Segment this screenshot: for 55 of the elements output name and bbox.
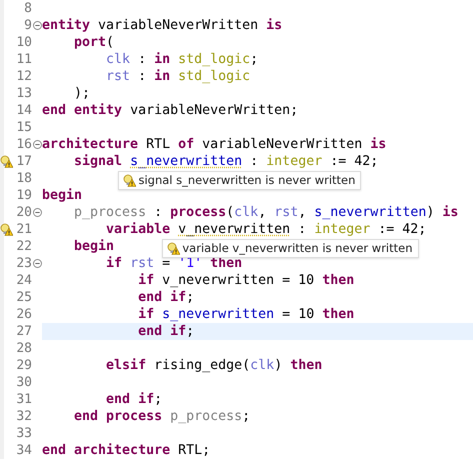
line-number: 11 (15, 51, 32, 68)
line-number: 25 (15, 289, 32, 306)
line-number: 10 (15, 34, 32, 51)
line-number: 29 (15, 357, 32, 374)
line-number: 20 (15, 204, 32, 221)
code-line: end if; (105, 392, 162, 407)
code-line: end if; (137, 324, 194, 339)
line-number: 34 (15, 442, 32, 459)
tooltip-text: variable v_neverwritten is never written (182, 241, 412, 256)
code-line: elsif rising_edge(clk) then (105, 358, 322, 373)
line-number: 23 (15, 255, 32, 272)
line-number: 32 (15, 408, 32, 425)
code-line: port( (73, 35, 114, 50)
line-number: 17 (15, 153, 32, 170)
code-line: if s_neverwritten = 10 then (137, 307, 354, 322)
code-line: begin (42, 188, 82, 203)
line-number: 18 (15, 170, 32, 187)
code-line: begin (73, 239, 114, 254)
line-number: 16 (15, 136, 32, 153)
collapse-icon[interactable] (32, 140, 42, 149)
code-line: architecture RTL of variableNeverWritten is (42, 137, 386, 152)
line-number: 21 (15, 221, 32, 238)
line-number: 13 (15, 85, 32, 102)
line-number: 9 (23, 17, 32, 34)
code-line: end architecture RTL; (42, 443, 210, 458)
collapse-icon[interactable] (32, 21, 42, 30)
line-number: 31 (15, 391, 32, 408)
warning-lightbulb-icon (167, 242, 180, 255)
code-line: signal s_neverwritten : integer := 42; (73, 154, 378, 169)
warning-lightbulb-icon (123, 174, 136, 187)
line-number: 22 (15, 238, 32, 255)
code-line: clk : in std_logic; (105, 52, 258, 67)
line-number: 15 (15, 119, 32, 136)
line-number: 8 (23, 0, 32, 17)
line-number: 24 (15, 272, 32, 289)
code-line: entity variableNeverWritten is (42, 18, 282, 33)
collapse-icon[interactable] (32, 259, 42, 268)
code-line: p_process : process(clk, rst, s_neverwritten) is (73, 205, 458, 220)
line-number: 14 (15, 102, 32, 119)
code-line: end if; (137, 290, 194, 305)
line-number: 30 (15, 374, 32, 391)
line-number: 26 (15, 306, 32, 323)
line-number: 12 (15, 68, 32, 85)
line-number: 19 (15, 187, 32, 204)
code-line: end process p_process; (73, 409, 250, 424)
line-number: 33 (15, 425, 32, 442)
code-line: end entity variableNeverWritten; (42, 103, 298, 118)
line-number: 28 (15, 340, 32, 357)
code-line: rst : in std_logic (105, 69, 250, 84)
code-line: if v_neverwritten = 10 then (137, 273, 354, 288)
line-number: 27 (15, 323, 32, 340)
collapse-icon[interactable] (32, 208, 42, 217)
tooltip-text: signal s_neverwritten is never written (138, 173, 356, 188)
code-line: ); (73, 86, 90, 101)
code-line: variable v_neverwritten : integer := 42; (105, 222, 426, 237)
